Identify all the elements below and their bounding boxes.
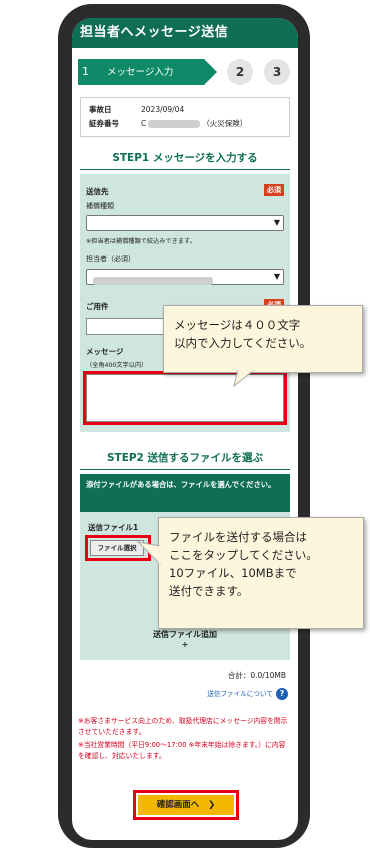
file-size-total: 合計：0.0/10MB	[227, 671, 286, 680]
callout-2-tail	[136, 541, 161, 566]
confirm-button-label: 確認画面へ	[156, 800, 200, 810]
file-select-callout: ファイルを送付する場合は ここをタップしてください。 10ファイル、10MBまで…	[158, 517, 364, 629]
person-label: 担当者（必須）	[86, 255, 135, 263]
callout-file-line1: ファイルを送付する場合は	[169, 530, 307, 544]
step1-heading: STEP1 メッセージを入力する	[80, 150, 290, 170]
person-select-redacted	[93, 276, 213, 285]
callout-1-tail	[233, 370, 255, 388]
add-file-label: 送信ファイル追加	[153, 630, 217, 639]
person-select[interactable]	[86, 269, 284, 285]
step-number: 1	[82, 65, 89, 78]
step-indicator-active: 1 メッセージ入力	[78, 59, 217, 85]
notice-disclosure: ※お客さまサービス向上のため、取扱代理店にメッセージ内容を開示させていただきます…	[78, 717, 288, 736]
step-label: メッセージ入力	[107, 67, 174, 78]
message-form-panel: 送信先 必須 補償種類 ※担当者は補償種類で絞込みできます。 担当者（必須） ご…	[80, 174, 290, 432]
policy-number-prefix: C	[141, 119, 147, 128]
callout-file-line3: 10ファイル、10MBまで	[169, 566, 297, 580]
phone-screen: 担当者へメッセージ送信 1 メッセージ入力 2 3 事故日 2023/09/04 …	[72, 18, 298, 840]
step-3-indicator: 3	[264, 59, 290, 85]
question-icon: ?	[276, 688, 288, 700]
subject-label: ご用件	[86, 302, 109, 311]
chevron-right-icon: ❯	[208, 800, 216, 810]
page-title: 担当者へメッセージ送信	[72, 18, 298, 48]
file-help-text: 送信ファイルについて	[207, 690, 273, 698]
message-limit-callout: メッセージは４００文字 以内で入力してください。	[163, 305, 363, 373]
callout-file-line2: ここをタップしてください。	[169, 548, 318, 562]
step2-heading: STEP2 送信するファイルを選ぶ	[80, 450, 290, 470]
callout-message-line2: 以内で入力してください。	[174, 336, 312, 350]
attachment-toggle-bar[interactable]: 添付ファイルがある場合は、ファイルを選んでください。	[80, 474, 290, 512]
callout-message-line1: メッセージは４００文字	[174, 318, 301, 332]
coverage-type-label: 補償種類	[86, 202, 114, 210]
file-1-label: 送信ファイル1	[88, 523, 139, 532]
file-help-link[interactable]: 送信ファイルについて?	[207, 688, 288, 700]
policy-number-redacted	[148, 120, 201, 128]
add-file-button[interactable]: 送信ファイル追加 +	[80, 630, 290, 650]
coverage-type-select[interactable]	[86, 215, 284, 231]
recipient-label: 送信先	[86, 187, 109, 196]
step-2-indicator: 2	[227, 59, 253, 85]
required-badge: 必須	[264, 184, 284, 196]
notice-hours: ※当社営業時間（平日9:00〜17:00 ※年末年始は除きます。）に内容を確認し…	[78, 741, 286, 760]
claim-info-box: 事故日 2023/09/04 証券番号 C （火災保険）	[80, 97, 290, 137]
accident-date-value: 2023/09/04	[141, 105, 185, 114]
message-label: メッセージ	[86, 347, 124, 356]
confirm-button[interactable]: 確認画面へ ❯	[138, 795, 234, 815]
policy-number-label: 証券番号	[89, 119, 119, 128]
callout-file-line4: 送付できます。	[169, 584, 249, 598]
policy-type: （火災保険）	[202, 119, 248, 128]
accident-date-label: 事故日	[89, 105, 112, 114]
add-file-plus-icon: +	[181, 640, 189, 649]
coverage-type-note: ※担当者は補償種類で絞込みできます。	[86, 238, 196, 245]
message-limit-note: （全角400文字以内）	[86, 362, 148, 369]
